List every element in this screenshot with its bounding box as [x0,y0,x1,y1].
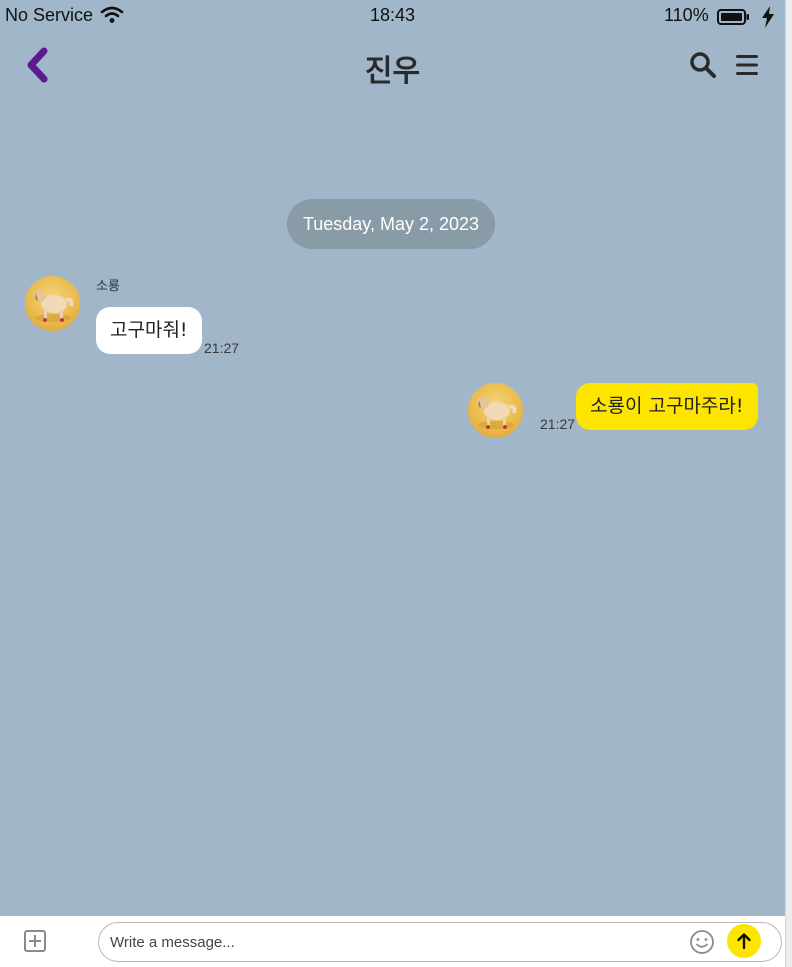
message-input[interactable] [98,922,782,962]
date-divider: Tuesday, May 2, 2023 [287,199,495,249]
status-bar: No Service 18:43 110% [0,0,785,32]
sender-name: 소룡 [96,279,120,294]
message-input-bar [0,916,785,967]
chat-title: 진우 [364,54,421,89]
battery-percent: 110% [664,5,709,25]
scrollbar-track[interactable] [785,0,792,967]
send-button[interactable] [727,924,761,958]
arrow-up-icon [737,933,751,950]
hamburger-menu-icon[interactable] [735,52,759,78]
outgoing-avatar[interactable] [468,383,523,438]
dog-avatar-image [477,397,517,429]
charging-bolt-icon [762,6,774,28]
sender-avatar[interactable] [25,276,80,331]
dog-avatar-image [34,290,74,322]
smiley-icon[interactable] [689,929,715,955]
outgoing-message-bubble[interactable]: 소룡이 고구마주라! [576,383,758,430]
outgoing-message-time: 21:27 [540,416,576,432]
incoming-message-time: 21:27 [204,340,240,356]
chat-header: 진우 [0,36,785,94]
plus-square-icon[interactable] [24,930,46,952]
search-icon[interactable] [688,50,718,80]
chat-screen: No Service 18:43 110% 진우 Tuesday, May 2,… [0,0,785,916]
incoming-message-bubble[interactable]: 고구마줘! [96,307,202,354]
battery-icon [717,9,749,25]
